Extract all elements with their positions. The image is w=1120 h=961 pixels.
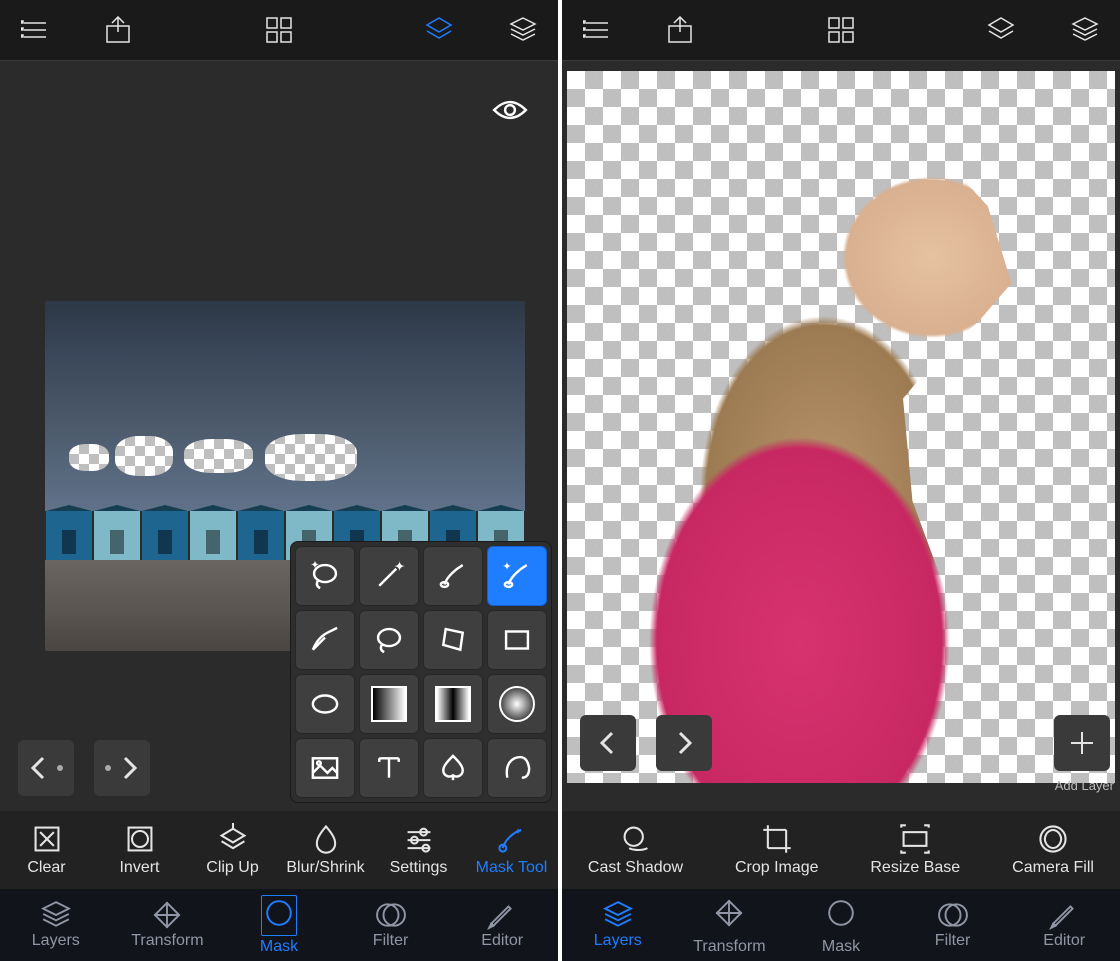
add-layer-label: Add Layer — [1055, 778, 1114, 793]
top-toolbar — [0, 0, 558, 61]
tool-magic-lasso[interactable] — [295, 546, 355, 606]
layers-action-bar: Cast Shadow Crop Image Resize Base Camer… — [562, 811, 1120, 889]
redo-button[interactable] — [94, 740, 150, 796]
tab-layers-label: Layers — [32, 932, 80, 950]
camera-fill-label: Camera Fill — [1012, 859, 1094, 877]
tool-magic-wand[interactable] — [359, 546, 419, 606]
transparent-canvas[interactable] — [567, 71, 1115, 783]
mask-action-bar: Clear Invert Clip Up Blur/Shrink Setting… — [0, 811, 558, 889]
list-icon[interactable] — [580, 13, 614, 47]
tool-brush[interactable] — [423, 546, 483, 606]
clear-label: Clear — [27, 859, 65, 877]
tool-text[interactable] — [359, 738, 419, 798]
tab-mask-label: Mask — [260, 938, 298, 956]
canvas-area[interactable]: Add Layer — [562, 61, 1120, 811]
share-icon[interactable] — [102, 13, 136, 47]
tab-transform-label: Transform — [693, 938, 765, 956]
tab-editor-label: Editor — [1043, 932, 1085, 950]
tab-layers[interactable]: Layers — [573, 900, 663, 950]
tab-editor-label: Editor — [481, 932, 523, 950]
camera-fill-button[interactable]: Camera Fill — [1012, 823, 1094, 877]
tool-radial-gradient[interactable] — [487, 674, 547, 734]
top-toolbar — [562, 0, 1120, 61]
tool-shape[interactable] — [423, 738, 483, 798]
cast-shadow-label: Cast Shadow — [588, 859, 683, 877]
resize-base-label: Resize Base — [870, 859, 960, 877]
mask-tool-button[interactable]: Mask Tool — [471, 823, 553, 877]
tab-transform[interactable]: Transform — [122, 900, 212, 950]
grid-icon[interactable] — [824, 13, 858, 47]
mask-tool-grid — [290, 541, 552, 803]
tab-filter[interactable]: Filter — [908, 900, 998, 950]
tab-transform[interactable]: Transform — [684, 895, 774, 956]
tool-image[interactable] — [295, 738, 355, 798]
settings-button[interactable]: Settings — [378, 823, 460, 877]
undo-button[interactable] — [18, 740, 74, 796]
tab-transform-label: Transform — [131, 932, 203, 950]
tool-polygon[interactable] — [423, 610, 483, 670]
add-layer-button[interactable] — [1054, 715, 1110, 771]
layers-icon[interactable] — [1068, 13, 1102, 47]
blur-shrink-button[interactable]: Blur/Shrink — [285, 823, 367, 877]
redo-button[interactable] — [656, 715, 712, 771]
clear-button[interactable]: Clear — [6, 823, 88, 877]
tool-hair[interactable] — [487, 738, 547, 798]
canvas-area[interactable] — [0, 61, 558, 811]
tab-layers[interactable]: Layers — [11, 900, 101, 950]
settings-label: Settings — [390, 859, 448, 877]
crop-image-label: Crop Image — [735, 859, 819, 877]
tab-layers-label: Layers — [594, 932, 642, 950]
invert-label: Invert — [119, 859, 159, 877]
blur-shrink-label: Blur/Shrink — [286, 859, 364, 877]
tool-linear-gradient[interactable] — [359, 674, 419, 734]
list-icon[interactable] — [18, 13, 52, 47]
tab-editor[interactable]: Editor — [1019, 900, 1109, 950]
crop-image-button[interactable]: Crop Image — [735, 823, 819, 877]
tool-magic-brush[interactable] — [487, 546, 547, 606]
mask-tool-label: Mask Tool — [476, 859, 548, 877]
tool-ellipse[interactable] — [295, 674, 355, 734]
tab-filter[interactable]: Filter — [346, 900, 436, 950]
bottom-tab-bar: Layers Transform Mask Filter Editor — [0, 889, 558, 961]
clip-up-button[interactable]: Clip Up — [192, 823, 274, 877]
tab-mask[interactable]: Mask — [234, 895, 324, 956]
cutout-subject[interactable] — [611, 142, 1082, 783]
cast-shadow-button[interactable]: Cast Shadow — [588, 823, 683, 877]
tab-filter-label: Filter — [373, 932, 409, 950]
tool-feather[interactable] — [295, 610, 355, 670]
share-icon[interactable] — [664, 13, 698, 47]
grid-icon[interactable] — [262, 13, 296, 47]
undo-button[interactable] — [580, 715, 636, 771]
clip-up-label: Clip Up — [206, 859, 258, 877]
tab-mask[interactable]: Mask — [796, 895, 886, 956]
visibility-icon[interactable] — [488, 99, 532, 126]
tab-filter-label: Filter — [935, 932, 971, 950]
tool-lasso[interactable] — [359, 610, 419, 670]
tab-mask-label: Mask — [822, 938, 860, 956]
layer-stack-icon[interactable] — [984, 13, 1018, 47]
bottom-tab-bar: Layers Transform Mask Filter Editor — [562, 889, 1120, 961]
layers-icon[interactable] — [506, 13, 540, 47]
tool-mirror-gradient[interactable] — [423, 674, 483, 734]
layer-stack-icon[interactable] — [422, 13, 456, 47]
tab-editor[interactable]: Editor — [457, 900, 547, 950]
invert-button[interactable]: Invert — [99, 823, 181, 877]
resize-base-button[interactable]: Resize Base — [870, 823, 960, 877]
tool-rectangle[interactable] — [487, 610, 547, 670]
